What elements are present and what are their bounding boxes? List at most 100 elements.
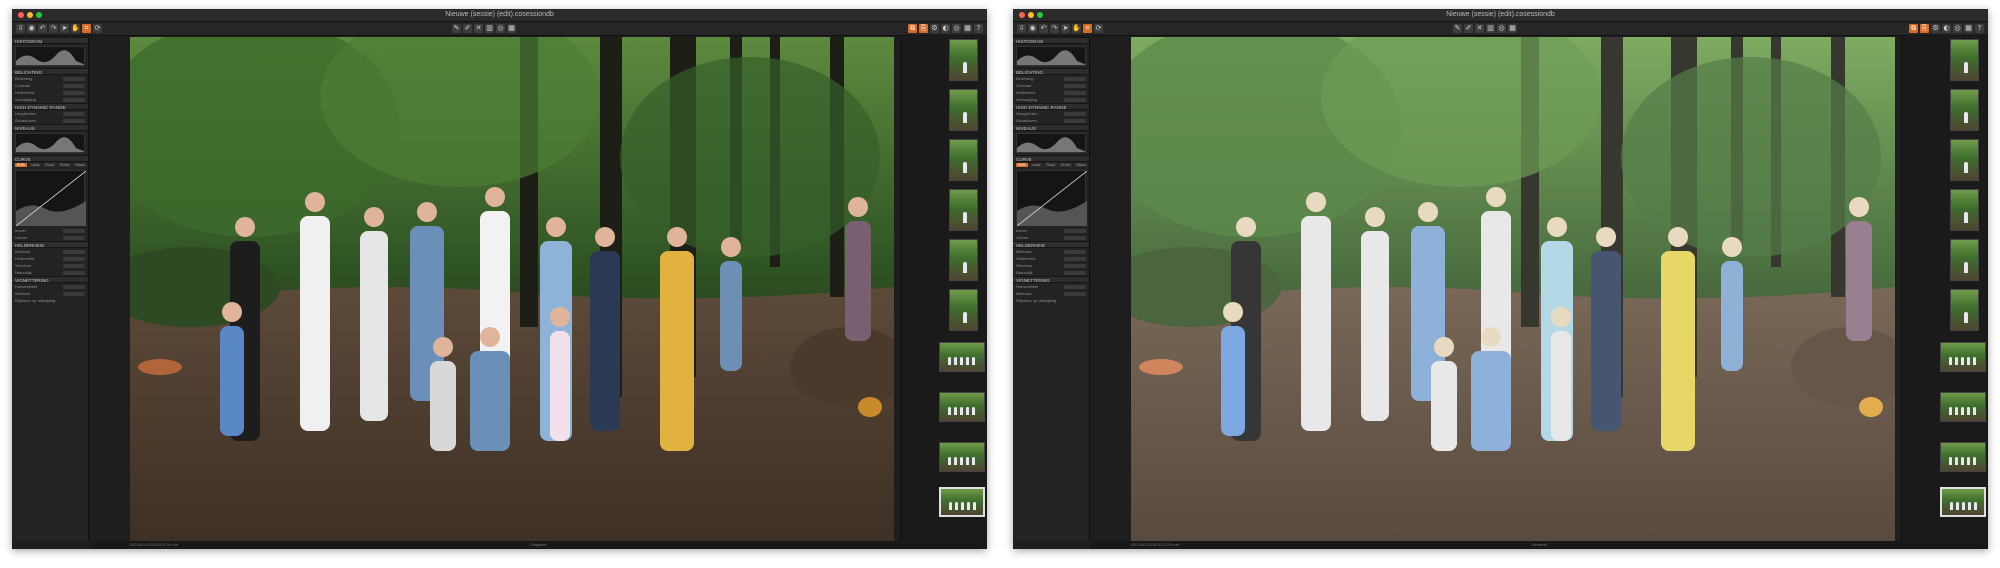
tool-row-slider[interactable]	[63, 291, 85, 296]
camera-icon[interactable]: ◉	[1028, 24, 1037, 33]
tool-section-header[interactable]: Niveaus	[1013, 124, 1089, 131]
tool-row-slider[interactable]	[1064, 90, 1086, 95]
tool-row-slider[interactable]	[1064, 291, 1086, 296]
tool-row[interactable]: Verzadiging	[12, 96, 88, 103]
pan-icon[interactable]: ✋	[1072, 24, 1081, 33]
filmstrip-thumbnail[interactable]	[1950, 139, 1979, 181]
tool-row[interactable]: Structuur	[1013, 262, 1089, 269]
filmstrip-thumbnail[interactable]	[949, 139, 978, 181]
help-icon[interactable]: ?	[1975, 24, 1984, 33]
filmstrip-thumbnail[interactable]	[949, 89, 978, 131]
copy-icon[interactable]: ⧉	[908, 24, 917, 33]
tool-section-header[interactable]: Curve	[12, 155, 88, 162]
tool-row[interactable]: Hooglichten	[1013, 110, 1089, 117]
copy-icon[interactable]: ⧉	[1909, 24, 1918, 33]
tool-row-slider[interactable]	[1064, 249, 1086, 254]
erase-icon[interactable]: ✕	[474, 24, 483, 33]
tool-row[interactable]: Methode	[12, 290, 88, 297]
tool-row-slider[interactable]	[63, 249, 85, 254]
tool-row-slider[interactable]	[63, 83, 85, 88]
tool-row[interactable]: Natuurlijk	[12, 269, 88, 276]
tool-row-slider[interactable]	[63, 111, 85, 116]
cursor-icon[interactable]: ➤	[1061, 24, 1070, 33]
curve-tab-groen[interactable]: Groen	[57, 163, 72, 167]
exposure-warning-icon[interactable]: ◐	[1942, 24, 1951, 33]
picker-icon[interactable]: ✎	[1453, 24, 1462, 33]
tool-row[interactable]: Helderheid	[12, 89, 88, 96]
cursor-icon[interactable]: ➤	[60, 24, 69, 33]
tool-row[interactable]: Invoer	[1013, 227, 1089, 234]
filmstrip-thumbnail[interactable]	[939, 392, 985, 422]
tool-section-header[interactable]: Vignettering	[1013, 276, 1089, 283]
tool-row-slider[interactable]	[1064, 235, 1086, 240]
import-icon[interactable]: ⇩	[1017, 24, 1026, 33]
tool-row-slider[interactable]	[63, 235, 85, 240]
tool-row-slider[interactable]	[1064, 263, 1086, 268]
tool-section-header[interactable]: High Dynamic Range	[1013, 103, 1089, 110]
tool-row[interactable]: Helderheid	[12, 255, 88, 262]
tool-row-slider[interactable]	[63, 76, 85, 81]
settings-icon[interactable]: ⚙	[930, 24, 939, 33]
import-icon[interactable]: ⇩	[16, 24, 25, 33]
tool-row-slider[interactable]	[63, 284, 85, 289]
vignette-method-value[interactable]: Elliptisch op uitsnijding	[12, 297, 88, 304]
grid-icon[interactable]: ▦	[507, 24, 516, 33]
tool-row-slider[interactable]	[63, 228, 85, 233]
tool-row[interactable]: Hoeveelheid	[1013, 283, 1089, 290]
rotate-icon[interactable]: ⟳	[93, 24, 102, 33]
picker-icon[interactable]: ✎	[452, 24, 461, 33]
tool-row-slider[interactable]	[63, 118, 85, 123]
tool-row-slider[interactable]	[63, 256, 85, 261]
tool-section-header[interactable]: Vignettering	[12, 276, 88, 283]
tool-section-header[interactable]: Curve	[1013, 155, 1089, 162]
filmstrip-thumbnail[interactable]	[1950, 189, 1979, 231]
tool-row[interactable]: Uitvoer	[1013, 234, 1089, 241]
erase-icon[interactable]: ✕	[1475, 24, 1484, 33]
pan-icon[interactable]: ✋	[71, 24, 80, 33]
filmstrip-thumbnail[interactable]	[949, 189, 978, 231]
tool-row-slider[interactable]	[63, 97, 85, 102]
grid-icon[interactable]: ▦	[963, 24, 972, 33]
tool-row-slider[interactable]	[1064, 76, 1086, 81]
filmstrip-thumbnail[interactable]	[1950, 239, 1979, 281]
vignette-method-value[interactable]: Elliptisch op uitsnijding	[1013, 297, 1089, 304]
crop-icon[interactable]: ⌗	[82, 24, 91, 33]
eye-icon[interactable]: ◎	[496, 24, 505, 33]
brush-icon[interactable]: ✐	[463, 24, 472, 33]
filmstrip[interactable]	[900, 37, 987, 541]
focus-mask-icon[interactable]: ◎	[1953, 24, 1962, 33]
tool-row[interactable]: Hooglichten	[12, 110, 88, 117]
tool-row[interactable]: Methode	[1013, 290, 1089, 297]
settings-icon[interactable]: ⚙	[1931, 24, 1940, 33]
rotate-icon[interactable]: ⟳	[1094, 24, 1103, 33]
redo-icon[interactable]: ↷	[49, 24, 58, 33]
filmstrip-thumbnail[interactable]	[939, 342, 985, 372]
tool-row-slider[interactable]	[1064, 228, 1086, 233]
tool-row[interactable]: Methode	[12, 248, 88, 255]
tool-section-header[interactable]: Histogram	[1013, 37, 1089, 44]
exposure-warning-icon[interactable]: ◐	[941, 24, 950, 33]
tool-row-slider[interactable]	[1064, 97, 1086, 102]
filmstrip-thumbnail[interactable]	[949, 239, 978, 281]
filmstrip-thumbnail[interactable]	[1950, 289, 1979, 331]
filmstrip-thumbnail[interactable]	[949, 39, 978, 81]
filmstrip-thumbnail[interactable]	[949, 289, 978, 331]
filmstrip-thumbnail[interactable]	[1950, 89, 1979, 131]
tool-section-header[interactable]: Belichting	[12, 68, 88, 75]
tool-section-header[interactable]: Helderheid	[1013, 241, 1089, 248]
image-viewer[interactable]	[130, 37, 894, 545]
tool-row[interactable]: Helderheid	[1013, 255, 1089, 262]
filmstrip-thumbnail[interactable]	[1940, 487, 1986, 517]
tool-row-slider[interactable]	[1064, 256, 1086, 261]
gradient-icon[interactable]: ▥	[485, 24, 494, 33]
undo-icon[interactable]: ↶	[1039, 24, 1048, 33]
tool-row[interactable]: Belichting	[12, 75, 88, 82]
curve-tab-luma[interactable]: Luma	[1029, 163, 1043, 167]
curve-tab-groen[interactable]: Groen	[1058, 163, 1073, 167]
filmstrip-thumbnail[interactable]	[939, 442, 985, 472]
redo-icon[interactable]: ↷	[1050, 24, 1059, 33]
crop-icon[interactable]: ⌗	[1083, 24, 1092, 33]
filmstrip-thumbnail[interactable]	[1940, 392, 1986, 422]
tool-row[interactable]: Contrast	[12, 82, 88, 89]
tool-row[interactable]: Uitvoer	[12, 234, 88, 241]
